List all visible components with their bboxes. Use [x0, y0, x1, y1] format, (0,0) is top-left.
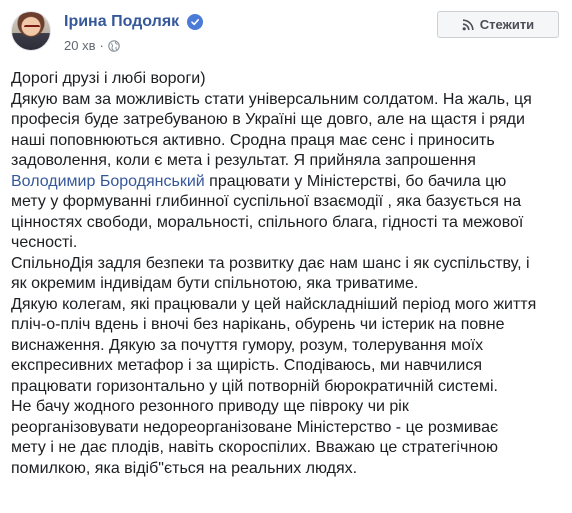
- post-text-line: Дорогі друзі і любі вороги): [11, 70, 206, 87]
- post-timestamp[interactable]: 20 хв: [64, 38, 95, 53]
- post-text-line: реорганізовувати недореорганізоване Міні…: [11, 418, 499, 436]
- avatar-glasses: [24, 25, 40, 31]
- post-text-line: чесності.: [11, 234, 78, 251]
- verified-badge-icon: [187, 14, 203, 30]
- post-header: Ірина Подоляк 20 хв · Стежити: [0, 0, 572, 62]
- author-avatar[interactable]: [11, 11, 51, 51]
- post-text-line: цінностях свободи, моральності, спільног…: [11, 213, 524, 231]
- post-text-line: Дякую колегам, які працювали у цей найск…: [11, 295, 537, 313]
- follow-button-label: Стежити: [479, 17, 535, 32]
- post-text-line: пліч-о-пліч вдень і вночі без нарікань, …: [11, 316, 505, 333]
- meta-separator: ·: [99, 38, 104, 53]
- post-text-line: мету у формуванні глибинної суспільної в…: [11, 193, 522, 210]
- post-text-line: працювати горизонтально у цій потворній …: [11, 377, 498, 395]
- post-text-line: професія буде затребуваною в Україні ще …: [11, 111, 525, 128]
- post-text-line-with-mention: Володимир Бородянський працювати у Мініс…: [11, 172, 563, 193]
- post-text-line: Не бачу жодного резонного приводу ще пів…: [11, 398, 409, 415]
- author-name[interactable]: Ірина Подоляк: [64, 13, 179, 31]
- globe-icon[interactable]: [108, 39, 120, 52]
- post-text-line: виснаження. Дякую за почуття гумору, роз…: [11, 336, 484, 354]
- post-text-line: мету і не дає плодів, навіть скороспілих…: [11, 439, 499, 456]
- post-text-line: експресивних метафор і за щирість. Споді…: [11, 357, 483, 374]
- mention-link[interactable]: Володимир Бородянський: [11, 173, 205, 190]
- rss-icon: [462, 18, 474, 31]
- post-text-line: помилкою, яка відіб"ється на реальних лю…: [11, 459, 358, 477]
- post-text-line: наші поповнюються активно. Сродна праця …: [11, 131, 495, 149]
- post-text: Дорогі друзі і любі вороги) Дякую вам за…: [11, 69, 563, 479]
- post-text-line: задоволення, коли є мета і результат. Я …: [11, 152, 476, 169]
- post-meta: 20 хв ·: [64, 38, 120, 53]
- follow-button[interactable]: Стежити: [437, 11, 559, 38]
- post-text-line: Дякую вам за можливість стати універсаль…: [11, 90, 532, 108]
- post-text-fragment: працювати у Міністерстві, бо бачила цю: [204, 172, 507, 190]
- post-text-line: СпільноДія задля безпеки та розвитку дає…: [11, 254, 530, 272]
- post-text-line: як окремим індивідам бути спільнотою, як…: [11, 275, 419, 292]
